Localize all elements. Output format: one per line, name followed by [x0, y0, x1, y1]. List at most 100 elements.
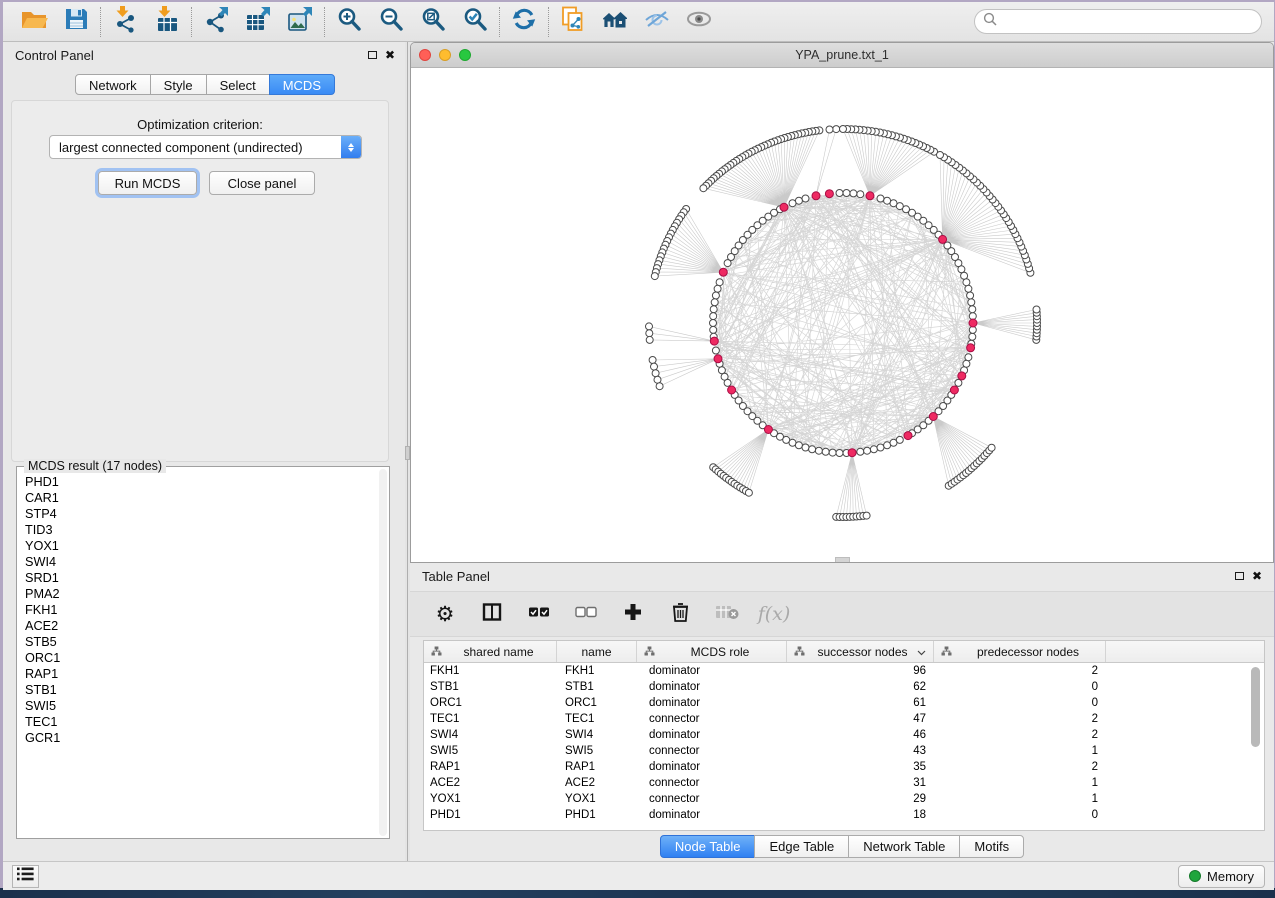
graph-node[interactable] [963, 279, 970, 286]
cell-successor-nodes[interactable]: 47 [787, 711, 934, 727]
mcds-hub-node[interactable] [719, 268, 727, 276]
graph-node[interactable] [843, 190, 850, 197]
mcds-hub-node[interactable] [714, 355, 722, 363]
table-scrollbar[interactable] [1251, 667, 1260, 827]
graph-node[interactable] [802, 195, 809, 202]
graph-node[interactable] [857, 191, 864, 198]
cell-successor-nodes[interactable]: 43 [787, 743, 934, 759]
tab-edge-table[interactable]: Edge Table [754, 835, 849, 858]
graph-node[interactable] [724, 379, 731, 386]
import-network-button[interactable] [104, 5, 146, 39]
mcds-result-item[interactable]: CAR1 [25, 490, 378, 506]
tab-network-table[interactable]: Network Table [848, 835, 960, 858]
mcds-hub-node[interactable] [958, 372, 966, 380]
mcds-hub-node[interactable] [848, 449, 856, 457]
save-session-button[interactable] [55, 5, 97, 39]
cell-shared-name[interactable]: PHD1 [424, 807, 557, 823]
graph-node[interactable] [1033, 306, 1040, 313]
mcds-hub-node[interactable] [967, 344, 975, 352]
mcds-result-item[interactable]: ORC1 [25, 650, 378, 666]
graph-node[interactable] [714, 285, 721, 292]
table-row[interactable]: FKH1FKH1dominator962 [424, 663, 1264, 679]
mcds-hub-node[interactable] [929, 413, 937, 421]
delete-column-button[interactable] [667, 601, 693, 627]
import-table-button[interactable] [146, 5, 188, 39]
result-scrollbar[interactable] [379, 469, 387, 836]
graph-node[interactable] [969, 333, 976, 340]
export-image-button[interactable] [279, 5, 321, 39]
cell-successor-nodes[interactable]: 35 [787, 759, 934, 775]
cell-successor-nodes[interactable]: 31 [787, 775, 934, 791]
table-row[interactable]: RAP1RAP1dominator352 [424, 759, 1264, 775]
graph-node[interactable] [710, 313, 717, 320]
graph-node[interactable] [857, 448, 864, 455]
graph-node[interactable] [884, 197, 891, 204]
cell-successor-nodes[interactable]: 62 [787, 679, 934, 695]
graph-node[interactable] [646, 323, 653, 330]
close-table-panel-icon[interactable] [1252, 571, 1262, 581]
mcds-hub-node[interactable] [764, 426, 772, 434]
graph-node[interactable] [896, 436, 903, 443]
graph-node[interactable] [716, 279, 723, 286]
cell-name[interactable]: FKH1 [557, 663, 637, 679]
close-panel-icon[interactable] [385, 50, 395, 60]
cell-MCDS-role[interactable]: dominator [637, 695, 787, 711]
column-header-shared-name[interactable]: shared name [424, 641, 557, 662]
graph-node[interactable] [795, 442, 802, 449]
graph-node[interactable] [712, 347, 719, 354]
graph-node[interactable] [988, 444, 995, 451]
tab-style[interactable]: Style [150, 74, 207, 95]
cell-name[interactable]: ACE2 [557, 775, 637, 791]
tab-network[interactable]: Network [75, 74, 151, 95]
show-all-button[interactable] [678, 5, 720, 39]
cell-shared-name[interactable]: ORC1 [424, 695, 557, 711]
cell-name[interactable]: SWI5 [557, 743, 637, 759]
cell-MCDS-role[interactable]: connector [637, 791, 787, 807]
cell-predecessor-nodes[interactable]: 1 [934, 775, 1106, 791]
cell-predecessor-nodes[interactable]: 0 [934, 695, 1106, 711]
tab-motifs[interactable]: Motifs [959, 835, 1024, 858]
cell-predecessor-nodes[interactable]: 1 [934, 743, 1106, 759]
cell-predecessor-nodes[interactable]: 0 [934, 807, 1106, 823]
mcds-result-item[interactable]: STP4 [25, 506, 378, 522]
column-header-name[interactable]: name [557, 641, 637, 662]
graph-node[interactable] [840, 126, 847, 133]
graph-node[interactable] [829, 449, 836, 456]
graph-node[interactable] [969, 306, 976, 313]
mcds-hub-node[interactable] [728, 386, 736, 394]
mcds-result-item[interactable]: PMA2 [25, 586, 378, 602]
cell-successor-nodes[interactable]: 29 [787, 791, 934, 807]
run-mcds-button[interactable]: Run MCDS [98, 171, 197, 195]
mcds-hub-node[interactable] [710, 337, 718, 345]
graph-node[interactable] [646, 330, 653, 337]
network-graph[interactable] [411, 68, 1273, 563]
mcds-hub-node[interactable] [866, 192, 874, 200]
mcds-hub-node[interactable] [939, 235, 947, 243]
cell-name[interactable]: PHD1 [557, 807, 637, 823]
mcds-result-item[interactable]: PHD1 [25, 474, 378, 490]
table-scrollbar-thumb[interactable] [1251, 667, 1260, 747]
network-search-field[interactable] [974, 9, 1262, 34]
graph-node[interactable] [712, 292, 719, 299]
clone-network-button[interactable] [552, 5, 594, 39]
cell-successor-nodes[interactable]: 96 [787, 663, 934, 679]
cell-name[interactable]: RAP1 [557, 759, 637, 775]
mcds-result-item[interactable]: STB5 [25, 634, 378, 650]
tab-select[interactable]: Select [206, 74, 270, 95]
cell-shared-name[interactable]: RAP1 [424, 759, 557, 775]
export-table-button[interactable] [237, 5, 279, 39]
cell-shared-name[interactable]: ACE2 [424, 775, 557, 791]
graph-node[interactable] [710, 326, 717, 333]
tab-mcds[interactable]: MCDS [269, 74, 335, 95]
cell-predecessor-nodes[interactable]: 2 [934, 663, 1106, 679]
mcds-hub-node[interactable] [969, 319, 977, 327]
cell-name[interactable]: YOX1 [557, 791, 637, 807]
graph-node[interactable] [646, 336, 653, 343]
graph-node[interactable] [652, 370, 659, 377]
graph-node[interactable] [656, 383, 663, 390]
graph-node[interactable] [649, 357, 656, 364]
mcds-result-item[interactable]: TID3 [25, 522, 378, 538]
cell-shared-name[interactable]: FKH1 [424, 663, 557, 679]
graph-node[interactable] [802, 444, 809, 451]
cell-shared-name[interactable]: YOX1 [424, 791, 557, 807]
